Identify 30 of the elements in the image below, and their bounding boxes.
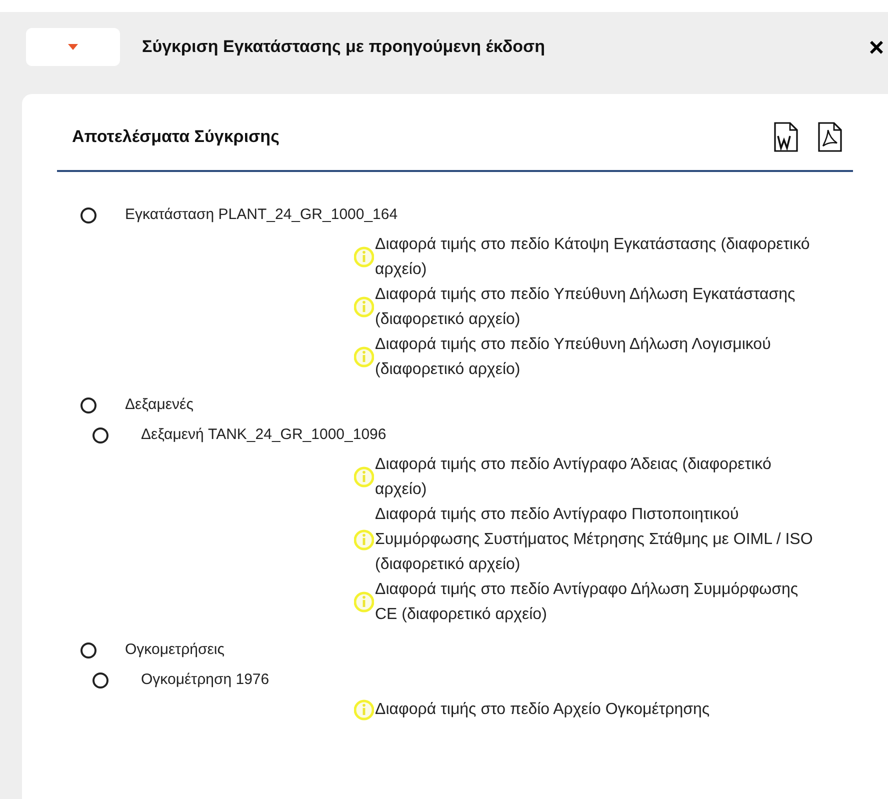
bullet-icon: [92, 426, 109, 444]
difference-message: Διαφορά τιμής στο πεδίο Υπεύθυνη Δήλωση Εγκατάστασης (διαφορετικό αρχείο): [375, 285, 796, 330]
difference-message: Διαφορά τιμής στο πεδίο Αντίγραφο Πιστοποιητικού Συμμόρφωσης Συστήματος Μέτρησης Στάθμης με OIML / ISO (διαφορετικό αρχείο): [375, 505, 814, 575]
difference-message: Διαφορά τιμής στο πεδίο Αντίγραφο Δήλωση Συμμόρφωσης CE (διαφορετικό αρχείο): [375, 580, 800, 625]
caret-icon: [68, 44, 78, 50]
info-icon: [354, 246, 374, 268]
info-icon: [354, 528, 374, 550]
results-title: Αποτελέσματα Σύγκρισης: [72, 126, 280, 148]
info-icon: [354, 698, 374, 720]
pdf-document-icon[interactable]: [817, 122, 843, 152]
tree-item-label: Δεξαμενή TANK_24_GR_1000_1096: [141, 424, 386, 445]
info-icon: [354, 346, 374, 368]
tree-item-label: Εγκατάσταση PLANT_24_GR_1000_164: [125, 204, 398, 225]
dialog-title: Σύγκριση Εγκατάστασης με προηγούμενη έκδοση: [142, 36, 546, 58]
word-document-icon[interactable]: [773, 122, 799, 152]
info-icon: [354, 296, 374, 318]
difference-message: Διαφορά τιμής στο πεδίο Υπεύθυνη Δήλωση Λογισμικού (διαφορετικό αρχείο): [375, 335, 772, 380]
difference-message: Διαφορά τιμής στο πεδίο Αντίγραφο Άδειας (διαφορετικό αρχείο): [375, 455, 772, 500]
tree-item-label: Ογκομέτρηση 1976: [141, 670, 270, 690]
tree-item-label: Ογκομετρήσεις: [125, 640, 224, 660]
difference-message: Διαφορά τιμής στο πεδίο Κάτοψη Εγκατάστασης (διαφορετικό αρχείο): [375, 235, 811, 280]
difference-message: Διαφορά τιμής στο πεδίο Αρχείο Ογκομέτρησης: [375, 700, 711, 720]
bullet-icon: [92, 672, 109, 688]
close-button[interactable]: ×: [868, 34, 884, 60]
bullet-icon: [80, 206, 97, 224]
bullet-icon: [80, 642, 97, 658]
bullet-icon: [80, 396, 97, 414]
tree-item-label: Δεξαμενές: [125, 394, 194, 415]
info-icon: [354, 591, 374, 613]
info-icon: [354, 466, 374, 488]
